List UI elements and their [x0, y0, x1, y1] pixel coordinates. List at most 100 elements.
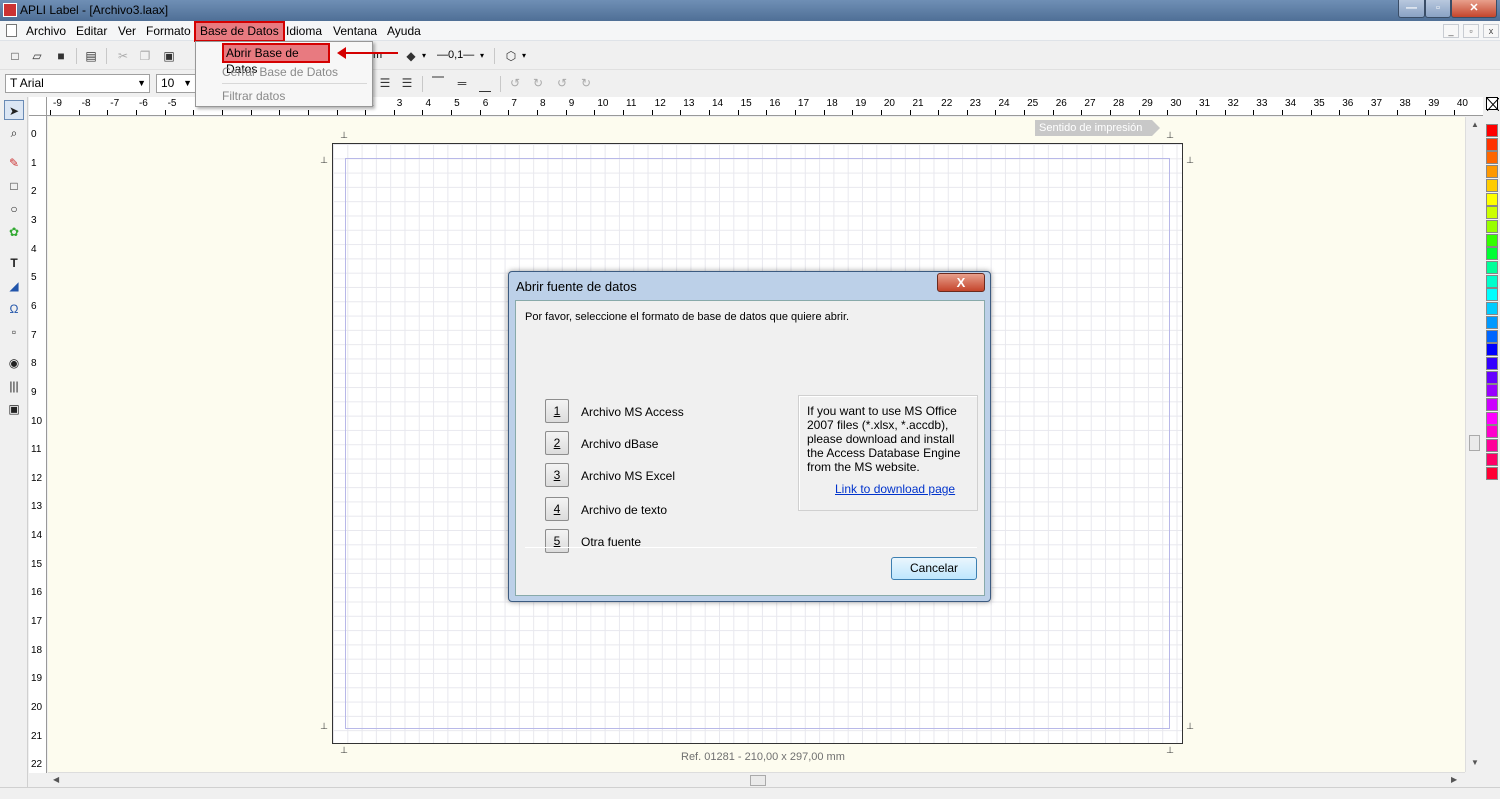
color-swatch[interactable] [1486, 439, 1498, 453]
minimize-button[interactable]: — [1398, 0, 1425, 18]
close-window-button[interactable]: ✕ [1451, 0, 1497, 18]
page-corner-marker[interactable]: ⊥ [319, 155, 329, 165]
line-width-select[interactable]: —0,1— [437, 49, 474, 61]
menu-item-filtrar-datos[interactable]: Filtrar datos [222, 87, 285, 105]
color-swatch[interactable] [1486, 302, 1498, 316]
document-icon[interactable] [6, 24, 17, 37]
shape-style-icon[interactable]: ⬡ [504, 49, 518, 63]
mdi-close-button[interactable]: x [1483, 24, 1499, 38]
rectangle-icon[interactable]: □ [4, 176, 24, 196]
horizontal-scrollbar[interactable]: ◀ ▶ [48, 772, 1465, 787]
valign-middle-icon[interactable]: ═ [455, 76, 469, 90]
horizontal-scroll-thumb[interactable] [750, 775, 766, 786]
page-corner-marker[interactable]: ⊥ [1165, 745, 1175, 755]
paste-icon[interactable]: ▣ [162, 49, 176, 63]
mdi-restore-button[interactable]: ▫ [1463, 24, 1479, 38]
color-swatch[interactable] [1486, 329, 1498, 343]
mdi-minimize-button[interactable]: _ [1443, 24, 1459, 38]
color-swatch[interactable] [1486, 151, 1498, 165]
ellipse-icon[interactable]: ○ [4, 199, 24, 219]
menu-ventana[interactable]: Ventana [329, 23, 381, 40]
color-swatch[interactable] [1486, 452, 1498, 466]
color-swatch[interactable] [1486, 137, 1498, 151]
pencil-icon[interactable]: ✎ [4, 153, 24, 173]
color-swatch[interactable] [1486, 124, 1498, 137]
zoom-icon[interactable]: ⌕ [4, 123, 24, 143]
new-file-icon[interactable]: □ [8, 49, 22, 63]
font-family-select[interactable]: T Arial ▼ [5, 74, 150, 93]
align-right-icon[interactable]: ☰ [378, 76, 392, 90]
option-5-button[interactable]: 5 [545, 529, 569, 553]
art-text-icon[interactable]: ◢ [4, 276, 24, 296]
chevron-down-icon[interactable]: ▾ [480, 51, 484, 60]
color-swatch[interactable] [1486, 233, 1498, 247]
color-swatch[interactable] [1486, 247, 1498, 261]
menu-base-de-datos[interactable]: Base de Datos [194, 21, 285, 42]
vertical-scroll-thumb[interactable] [1469, 435, 1480, 451]
cancel-button[interactable]: Cancelar [891, 557, 977, 580]
counter-icon[interactable]: ▫ [4, 322, 24, 342]
color-swatch[interactable] [1486, 384, 1498, 398]
menu-formato[interactable]: Formato [142, 23, 195, 40]
option-2-button[interactable]: 2 [545, 431, 569, 455]
color-swatch[interactable] [1486, 370, 1498, 384]
option-4-button[interactable]: 4 [545, 497, 569, 521]
color-swatch[interactable] [1486, 274, 1498, 288]
menu-item-abrir-base-de-datos[interactable]: Abrir Base de Datos [222, 43, 330, 76]
scroll-left-icon[interactable]: ◀ [53, 775, 59, 784]
vertical-scrollbar[interactable]: ▲ ▼ [1465, 117, 1483, 772]
color-swatch[interactable] [1486, 165, 1498, 179]
text-tool-icon[interactable]: T [4, 253, 24, 273]
scroll-up-icon[interactable]: ▲ [1471, 120, 1479, 129]
color-swatch[interactable] [1486, 411, 1498, 425]
symbol-omega-icon[interactable]: Ω [4, 299, 24, 319]
copy-icon[interactable]: ❐ [138, 49, 152, 63]
menu-ayuda[interactable]: Ayuda [383, 23, 425, 40]
rotate-180-icon[interactable]: ↺ [555, 76, 569, 90]
color-swatch[interactable] [1486, 288, 1498, 302]
menu-idioma[interactable]: Idioma [282, 23, 326, 40]
image-icon[interactable]: ✿ [4, 222, 24, 242]
menu-editar[interactable]: Editar [72, 23, 111, 40]
valign-bottom-icon[interactable]: ⎽ [478, 78, 492, 92]
rotate-270-icon[interactable]: ↻ [579, 76, 593, 90]
font-size-select[interactable]: 10 ▼ [156, 74, 196, 93]
select-pointer-icon[interactable]: ➤ [4, 100, 24, 120]
no-color-swatch[interactable] [1486, 97, 1500, 112]
color-swatch[interactable] [1486, 206, 1498, 220]
rotate-90-icon[interactable]: ↻ [531, 76, 545, 90]
menu-item-cerrar-base-de-datos[interactable]: Cerrar Base de Datos [222, 63, 338, 81]
print-icon[interactable]: ▤ [84, 49, 98, 63]
barcode-icon[interactable]: ||| [4, 376, 24, 396]
cut-icon[interactable]: ✂ [116, 49, 130, 63]
page-corner-marker[interactable]: ⊥ [339, 745, 349, 755]
page-corner-marker[interactable]: ⊥ [339, 130, 349, 140]
frame-icon[interactable]: ▣ [4, 399, 24, 419]
chevron-down-icon[interactable]: ▾ [522, 51, 526, 60]
chevron-down-icon[interactable]: ▾ [422, 51, 426, 60]
color-swatch[interactable] [1486, 343, 1498, 357]
menu-archivo[interactable]: Archivo [22, 23, 70, 40]
color-swatch[interactable] [1486, 425, 1498, 439]
color-swatch[interactable] [1486, 356, 1498, 370]
dialog-close-button[interactable]: X [937, 273, 985, 292]
page-corner-marker[interactable]: ⊥ [1185, 721, 1195, 731]
option-1-button[interactable]: 1 [545, 399, 569, 423]
rotate-0-icon[interactable]: ↺ [508, 76, 522, 90]
align-justify-icon[interactable]: ☰ [400, 76, 414, 90]
color-swatch[interactable] [1486, 261, 1498, 274]
option-3-button[interactable]: 3 [545, 463, 569, 487]
page-corner-marker[interactable]: ⊥ [1165, 130, 1175, 140]
color-swatch[interactable] [1486, 192, 1498, 206]
scroll-right-icon[interactable]: ▶ [1451, 775, 1457, 784]
color-swatch[interactable] [1486, 315, 1498, 329]
page-corner-marker[interactable]: ⊥ [319, 721, 329, 731]
download-page-link[interactable]: Link to download page [835, 482, 955, 496]
color-swatch[interactable] [1486, 178, 1498, 192]
color-swatch[interactable] [1486, 219, 1498, 233]
menu-ver[interactable]: Ver [114, 23, 140, 40]
open-folder-icon[interactable]: ▱ [30, 49, 44, 63]
preview-eye-icon[interactable]: ◉ [4, 353, 24, 373]
color-swatch[interactable] [1486, 398, 1498, 411]
color-swatch[interactable] [1486, 466, 1498, 480]
